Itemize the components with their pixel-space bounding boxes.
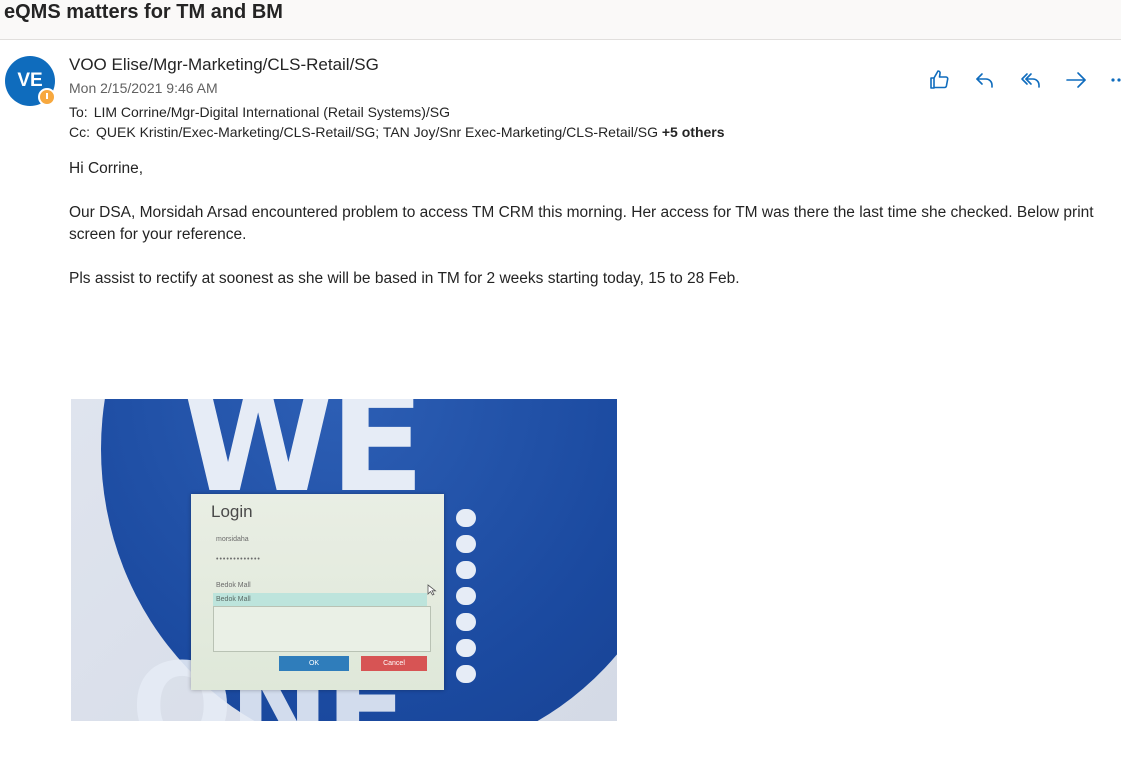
forward-icon (1066, 72, 1086, 88)
password-value: ••••••••••••• (216, 556, 261, 563)
ok-button: OK (279, 656, 349, 671)
username-value: morsidaha (216, 536, 249, 543)
cc-label: Cc: (69, 124, 90, 140)
message-body: Hi Corrine, Our DSA, Morsidah Arsad enco… (69, 158, 1109, 312)
to-line: To: LIM Corrine/Mgr-Digital International… (69, 104, 450, 120)
mouse-cursor-icon (427, 584, 437, 596)
subject-bar: eQMS matters for TM and BM (0, 0, 1121, 40)
to-recipient[interactable]: LIM Corrine/Mgr-Digital International (R… (94, 104, 450, 120)
presence-away-icon (38, 88, 56, 106)
greeting: Hi Corrine, (69, 160, 144, 177)
reply-icon (976, 73, 993, 88)
login-title: Login (211, 502, 253, 521)
like-icon (930, 70, 949, 89)
cc-recipients[interactable]: QUEK Kristin/Exec-Marketing/CLS-Retail/S… (96, 124, 658, 140)
sent-date: Mon 2/15/2021 9:46 AM (69, 80, 218, 96)
email-subject: eQMS matters for TM and BM (4, 1, 283, 23)
like-button[interactable] (925, 66, 953, 94)
cancel-button: Cancel (361, 656, 427, 671)
to-label: To: (69, 104, 88, 120)
embedded-screenshot-image[interactable]: WE ONE Login morsidaha ••••••••••••• Bed… (71, 399, 617, 721)
body-paragraph-1: Our DSA, Morsidah Arsad encountered prob… (69, 204, 1094, 243)
body-paragraph-2: Pls assist to rectify at soonest as she … (69, 270, 740, 287)
decorative-bars (456, 509, 476, 691)
reply-all-button[interactable] (1017, 66, 1045, 94)
sender-name[interactable]: VOO Elise/Mgr-Marketing/CLS-Retail/SG (69, 55, 379, 75)
login-dialog: Login morsidaha ••••••••••••• Bedok Mall… (191, 494, 444, 690)
more-icon (1111, 78, 1121, 82)
more-actions-button[interactable] (1105, 66, 1121, 94)
branch-label: Bedok Mall (216, 582, 251, 589)
branch-selected-option: Bedok Mall (213, 593, 427, 606)
reply-button[interactable] (971, 66, 999, 94)
forward-button[interactable] (1062, 66, 1090, 94)
branch-list (213, 606, 431, 652)
cc-line: Cc: QUEK Kristin/Exec-Marketing/CLS-Retai… (69, 124, 725, 140)
reply-all-icon (1021, 73, 1040, 88)
cc-more-others[interactable]: +5 others (662, 124, 725, 140)
